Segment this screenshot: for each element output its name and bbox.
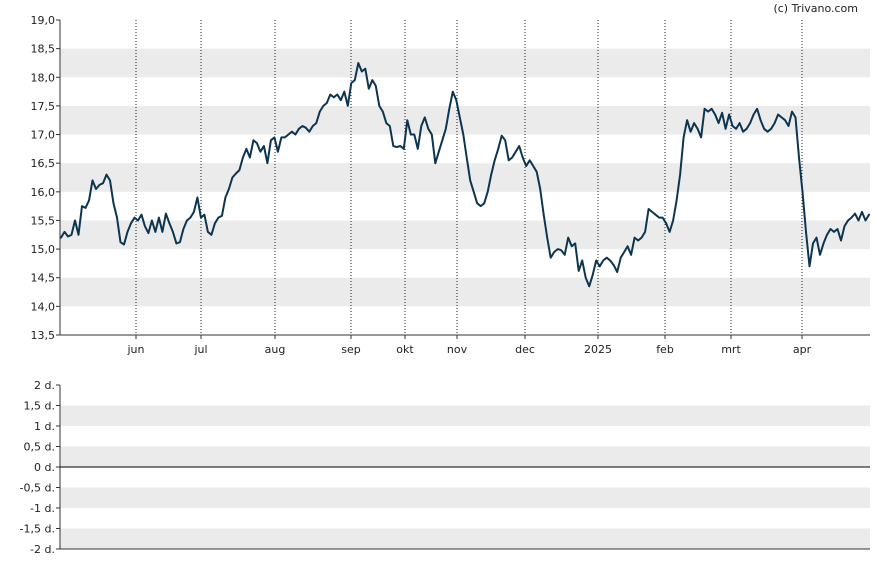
x-tick-label: jun [127, 343, 145, 356]
month-x-ticks: jun jul aug sep okt nov dec 2025 feb mrt apr [127, 335, 812, 356]
y-tick-label: 0 d. [34, 461, 55, 474]
dividend-band [60, 446, 870, 467]
price-band [60, 163, 870, 192]
price-chart: 13,5 14,0 14,5 15,0 15,5 16,0 16,5 17,0 17,5 18,0… [31, 14, 870, 356]
price-chart-bands [60, 48, 870, 307]
x-tick-label: jul [193, 343, 207, 356]
dividend-chart-bands [60, 405, 870, 549]
dividend-band [60, 487, 870, 508]
y-tick-label: 17,0 [31, 129, 56, 142]
y-tick-label: 17,5 [31, 100, 56, 113]
dividend-y-ticks: -2 d. -1,5 d. -1 d. -0,5 d. 0 d. 0,5 d. 1 d. 1,… [20, 379, 60, 556]
y-tick-label: -1,5 d. [20, 523, 55, 536]
y-tick-label: 18,0 [31, 71, 56, 84]
y-tick-label: 2 d. [34, 379, 55, 392]
y-tick-label: 0,5 d. [24, 441, 55, 454]
y-tick-label: 14,5 [31, 272, 56, 285]
x-tick-label: aug [265, 343, 286, 356]
dividend-band [60, 528, 870, 549]
x-tick-label: sep [341, 343, 360, 356]
x-tick-label: dec [515, 343, 535, 356]
x-tick-label: 2025 [584, 343, 612, 356]
x-tick-label: mrt [721, 343, 741, 356]
price-y-ticks: 13,5 14,0 14,5 15,0 15,5 16,0 16,5 17,0 17,5 18,0… [31, 14, 60, 342]
dividend-chart: -2 d. -1,5 d. -1 d. -0,5 d. 0 d. 0,5 d. 1 d. 1,… [20, 379, 870, 556]
chart-canvas: 13,5 14,0 14,5 15,0 15,5 16,0 16,5 17,0 17,5 18,0… [20, 14, 870, 556]
y-tick-label: 14,0 [31, 300, 56, 313]
y-tick-label: 16,5 [31, 157, 56, 170]
y-tick-label: 13,5 [31, 329, 56, 342]
y-tick-label: 19,0 [31, 14, 56, 27]
price-band [60, 277, 870, 307]
y-tick-label: 18,5 [31, 43, 56, 56]
dividend-band [60, 405, 870, 426]
y-tick-label: -1 d. [30, 502, 55, 515]
price-band [60, 48, 870, 78]
y-tick-label: 1 d. [34, 420, 55, 433]
y-tick-label: 16,0 [31, 186, 56, 199]
x-tick-label: nov [447, 343, 468, 356]
y-tick-label: 15,5 [31, 214, 56, 227]
y-tick-label: 1,5 d. [24, 400, 55, 413]
x-tick-label: feb [656, 343, 674, 356]
y-tick-label: 15,0 [31, 243, 56, 256]
y-tick-label: -2 d. [30, 543, 55, 556]
y-tick-label: -0,5 d. [20, 482, 55, 495]
price-band [60, 105, 870, 135]
x-tick-label: apr [793, 343, 812, 356]
x-tick-label: okt [396, 343, 414, 356]
